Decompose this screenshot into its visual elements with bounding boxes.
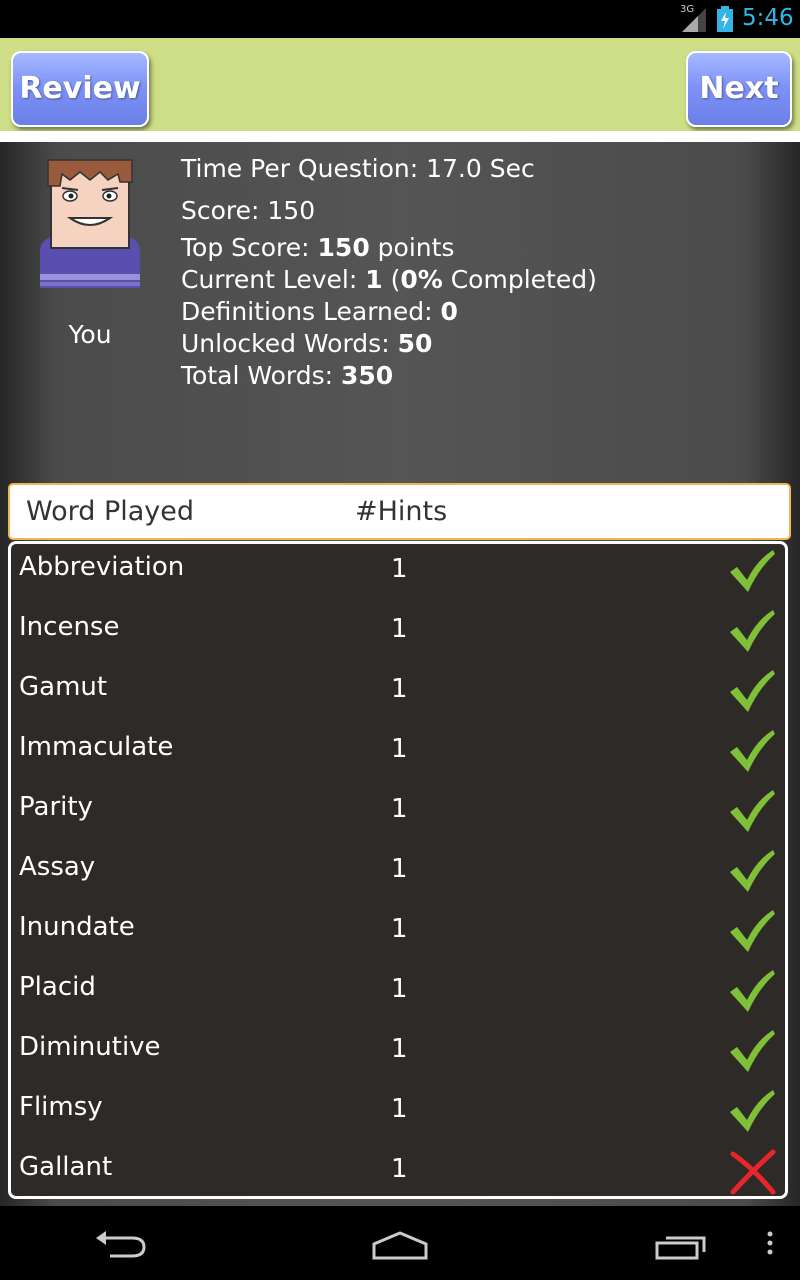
home-icon[interactable] [370,1230,430,1260]
hints-count: 1 [391,734,408,764]
hints-count: 1 [391,974,408,1004]
list-item[interactable]: Gamut 1 [11,664,785,724]
word-label: Flimsy [19,1092,103,1122]
hints-count: 1 [391,674,408,704]
word-label: Placid [19,972,96,1002]
word-label: Gallant [19,1152,113,1182]
checkmark-icon [730,850,775,892]
list-item[interactable]: Immaculate 1 [11,724,785,784]
recent-apps-icon[interactable] [654,1230,710,1260]
checkmark-icon [730,1090,775,1132]
column-header-word: Word Played [26,496,195,527]
next-button[interactable]: Next [686,51,792,127]
hints-count: 1 [391,614,408,644]
cross-icon [730,1149,776,1195]
checkmark-icon [730,910,775,952]
signal-icon [682,8,706,32]
hints-count: 1 [391,1094,408,1124]
battery-icon [717,6,733,32]
checkmark-icon [730,610,775,652]
hints-count: 1 [391,794,408,824]
word-label: Assay [19,852,96,882]
score: Score: 150 [181,196,316,225]
hints-count: 1 [391,914,408,944]
results-panel: You Time Per Question: 17.0 Sec Score: 1… [0,142,800,1206]
divider [0,131,800,142]
word-label: Gamut [19,672,108,702]
checkmark-icon [730,1030,775,1072]
column-header-hints: #Hints [355,496,448,527]
unlocked-words: Unlocked Words: 50 [181,329,433,358]
current-level: Current Level: 1 (0% Completed) [181,265,597,294]
list-item[interactable]: Abbreviation 1 [11,544,785,604]
word-label: Abbreviation [19,552,185,582]
table-header: Word Played #Hints [8,483,791,540]
back-icon[interactable] [92,1230,148,1260]
top-score: Top Score: 150 points [181,233,455,262]
words-list[interactable]: Abbreviation 1 Incense 1 Gamut 1 Immaculate 1 Pa… [8,541,788,1199]
clock: 5:46 [742,5,794,31]
hints-count: 1 [391,854,408,884]
checkmark-icon [730,730,775,772]
list-item[interactable]: Incense 1 [11,604,785,664]
time-per-question: Time Per Question: 17.0 Sec [181,154,535,183]
total-words: Total Words: 350 [181,361,394,390]
word-label: Parity [19,792,93,822]
overflow-menu-icon[interactable] [764,1230,776,1260]
checkmark-icon [730,550,775,592]
list-item[interactable]: Parity 1 [11,784,785,844]
checkmark-icon [730,790,775,832]
hints-count: 1 [391,554,408,584]
review-button[interactable]: Review [11,51,149,127]
list-item[interactable]: Assay 1 [11,844,785,904]
avatar-icon [40,159,140,288]
list-item[interactable]: Diminutive 1 [11,1024,785,1084]
definitions-learned: Definitions Learned: 0 [181,297,458,326]
list-item[interactable]: Flimsy 1 [11,1084,785,1144]
word-label: Inundate [19,912,135,942]
hints-count: 1 [391,1154,408,1184]
word-label: Incense [19,612,120,642]
status-bar: 3G 5:46 [0,0,800,38]
word-label: Diminutive [19,1032,161,1062]
top-bar: Review Next [0,38,800,131]
player-name: You [68,320,112,349]
checkmark-icon [730,970,775,1012]
list-item[interactable]: Inundate 1 [11,904,785,964]
word-label: Immaculate [19,732,174,762]
list-item[interactable]: Gallant 1 [11,1144,785,1196]
navigation-bar [0,1206,800,1280]
checkmark-icon [730,670,775,712]
hints-count: 1 [391,1034,408,1064]
list-item[interactable]: Placid 1 [11,964,785,1024]
